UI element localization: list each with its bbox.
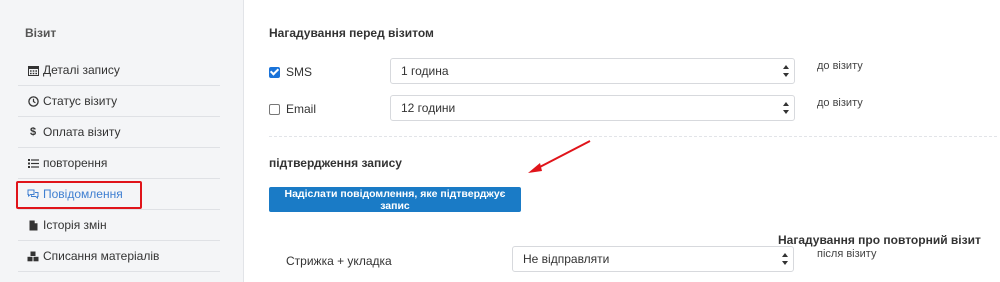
email-checkbox[interactable] — [269, 103, 280, 115]
section-divider — [269, 136, 997, 137]
main-content: Нагадування перед візитом SMS 1 година д… — [244, 0, 1000, 282]
sidebar-item-label: Оплата візиту — [43, 125, 121, 139]
sidebar-item-label: Статус візиту — [43, 94, 118, 108]
reminders-title: Нагадування перед візитом — [269, 26, 434, 40]
list-icon — [26, 158, 40, 168]
select-caret-icon — [782, 102, 790, 114]
email-suffix: до візиту — [817, 97, 863, 109]
sidebar-item-label: Списання матеріалів — [43, 249, 160, 263]
sms-time-value: 1 година — [401, 64, 449, 78]
sidebar-item-materials[interactable]: Списання матеріалів — [18, 241, 220, 272]
sidebar-item-label: Деталі запису — [43, 63, 120, 77]
sms-reminder-row: SMS — [269, 59, 312, 85]
sms-suffix: до візиту — [817, 60, 863, 72]
sidebar-menu: Деталі запису Статус візиту $ Оплата віз… — [18, 55, 220, 272]
dollar-icon: $ — [29, 126, 37, 138]
email-time-select[interactable]: 12 години — [390, 95, 795, 121]
service-name: Стрижка + укладка — [286, 254, 392, 268]
sidebar-item-visit-status[interactable]: Статус візиту — [18, 86, 220, 117]
sidebar-item-label: повторення — [43, 156, 108, 170]
send-confirmation-button[interactable]: Надіслати повідомлення, яке підтверджує … — [269, 187, 521, 212]
repeat-reminder-select[interactable]: Не відправляти — [512, 246, 794, 272]
calendar-icon — [26, 65, 40, 76]
red-arrow-annotation — [528, 140, 591, 173]
sidebar-section-title: Візит — [25, 26, 57, 40]
email-reminder-row: Email — [269, 96, 316, 122]
sidebar-item-change-history[interactable]: Історія змін — [18, 210, 220, 241]
sms-time-select[interactable]: 1 година — [390, 58, 795, 84]
clock-icon — [26, 95, 40, 107]
document-icon — [26, 220, 40, 231]
sidebar: Візит Деталі запису Статус візиту $ Опла… — [0, 0, 244, 282]
repeat-reminder-value: Не відправляти — [523, 252, 610, 266]
select-caret-icon — [781, 253, 789, 265]
repeat-reminder-title: Нагадування про повторний візит — [778, 233, 981, 247]
email-label: Email — [286, 102, 317, 116]
sidebar-item-visit-payment[interactable]: $ Оплата візиту — [18, 117, 220, 148]
sms-checkbox[interactable] — [269, 66, 280, 78]
confirmation-title: підтвердження запису — [269, 156, 402, 170]
select-caret-icon — [782, 65, 790, 77]
sidebar-item-label: Історія змін — [43, 218, 107, 232]
email-time-value: 12 години — [401, 101, 456, 115]
highlight-annotation — [16, 181, 142, 209]
repeat-reminder-suffix: після візиту — [817, 248, 877, 260]
sms-label: SMS — [286, 65, 313, 79]
cubes-icon — [26, 251, 40, 262]
sidebar-item-appointment-details[interactable]: Деталі запису — [18, 55, 220, 86]
sidebar-item-repeat[interactable]: повторення — [18, 148, 220, 179]
